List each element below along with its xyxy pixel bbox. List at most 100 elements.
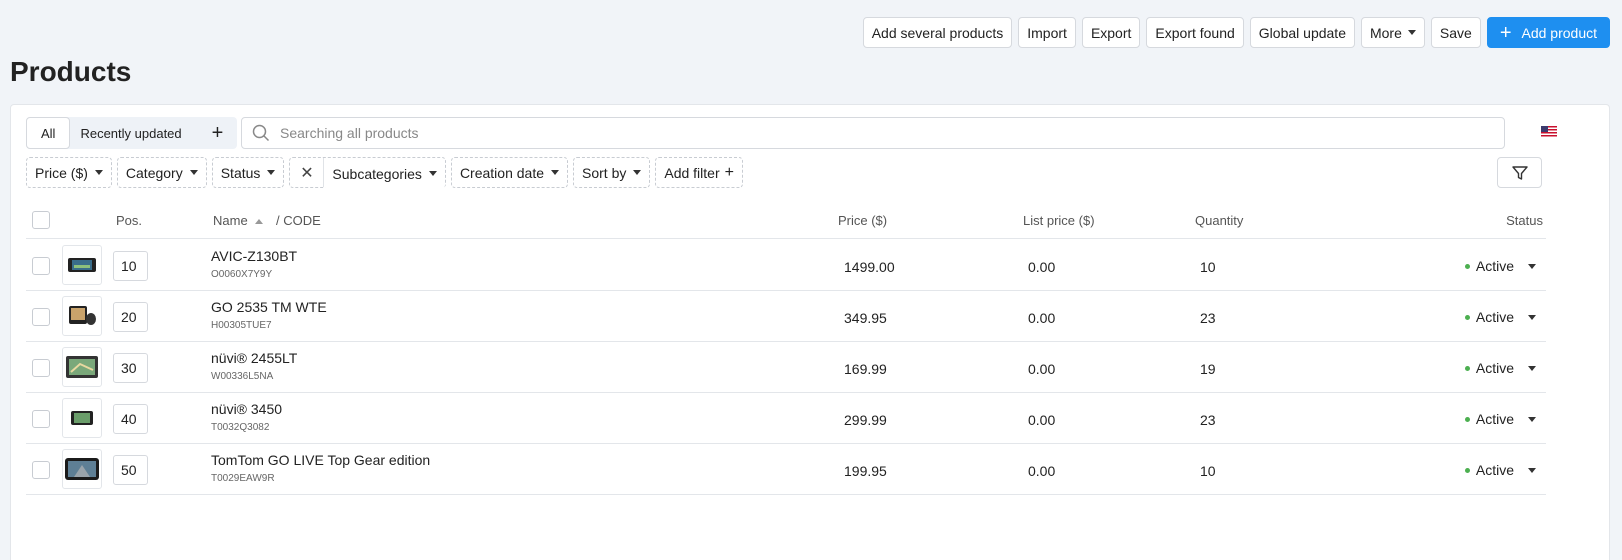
status-dot-icon xyxy=(1464,263,1470,269)
table-row[interactable]: 20 GO 2535 TM WTE H00305TUE7 349.95 0.00… xyxy=(26,291,1546,342)
product-list-price[interactable]: 0.00 xyxy=(1028,463,1055,479)
status-filter-button[interactable]: Status xyxy=(211,157,285,188)
caret-down-icon xyxy=(1407,30,1416,35)
product-quantity[interactable]: 23 xyxy=(1200,310,1216,326)
header-list-price[interactable]: List price ($) xyxy=(1023,213,1095,228)
add-product-button[interactable]: + Add product xyxy=(1486,17,1610,48)
product-code: O0060X7Y9Y xyxy=(211,269,273,280)
product-quantity[interactable]: 23 xyxy=(1200,412,1216,428)
product-thumbnail[interactable] xyxy=(62,449,102,489)
status-dot-icon xyxy=(1464,365,1470,371)
sort-up-icon xyxy=(255,219,264,224)
tab-recently-updated[interactable]: Recently updated xyxy=(70,117,191,149)
product-name-link[interactable]: nüvi® 2455LT xyxy=(211,350,297,366)
advanced-filter-button[interactable] xyxy=(1497,157,1542,188)
status-label: Active xyxy=(1475,309,1514,325)
header-name-label: Name xyxy=(213,213,248,228)
status-dropdown[interactable]: Active xyxy=(1464,309,1536,325)
table-row[interactable]: 50 TomTom GO LIVE Top Gear edition T0029… xyxy=(26,444,1546,495)
product-price[interactable]: 349.95 xyxy=(844,310,887,326)
product-quantity[interactable]: 10 xyxy=(1200,463,1216,479)
product-price[interactable]: 299.99 xyxy=(844,412,887,428)
row-checkbox[interactable] xyxy=(32,410,50,428)
export-found-button[interactable]: Export found xyxy=(1146,17,1244,48)
table-row[interactable]: 40 nüvi® 3450 T0032Q3082 299.99 0.00 23 … xyxy=(26,393,1546,444)
clear-filter-icon[interactable]: ✕ xyxy=(290,158,325,187)
product-thumbnail[interactable] xyxy=(62,245,102,285)
product-list-price[interactable]: 0.00 xyxy=(1028,310,1055,326)
position-input[interactable]: 30 xyxy=(113,353,148,383)
product-quantity[interactable]: 19 xyxy=(1200,361,1216,377)
gps-device-image xyxy=(68,258,96,272)
product-name-link[interactable]: TomTom GO LIVE Top Gear edition xyxy=(211,452,430,468)
header-pos[interactable]: Pos. xyxy=(116,213,142,228)
us-flag-icon[interactable] xyxy=(1541,126,1557,138)
caret-down-icon xyxy=(1528,263,1536,269)
product-list-price[interactable]: 0.00 xyxy=(1028,259,1055,275)
product-name-link[interactable]: GO 2535 TM WTE xyxy=(211,299,327,315)
add-filter-label: Add filter xyxy=(664,164,720,181)
position-input[interactable]: 10 xyxy=(113,251,148,281)
search-input[interactable] xyxy=(280,125,1480,141)
subcategories-filter-button[interactable]: Subcategories xyxy=(324,158,445,189)
add-filter-button[interactable]: Add filter + xyxy=(655,157,743,188)
sort-by-label: Sort by xyxy=(582,164,627,181)
header-code[interactable]: / CODE xyxy=(276,213,321,228)
product-price[interactable]: 199.95 xyxy=(844,463,887,479)
status-dropdown[interactable]: Active xyxy=(1464,258,1536,274)
add-several-products-button[interactable]: Add several products xyxy=(862,17,1013,48)
export-button[interactable]: Export xyxy=(1081,17,1141,48)
product-thumbnail[interactable] xyxy=(62,398,102,438)
product-list-price[interactable]: 0.00 xyxy=(1028,361,1055,377)
products-panel: All Recently updated + Price ($) Categor… xyxy=(10,104,1610,560)
row-checkbox[interactable] xyxy=(32,257,50,275)
product-price[interactable]: 169.99 xyxy=(844,361,887,377)
category-filter-button[interactable]: Category xyxy=(116,157,207,188)
subcategories-filter-group: ✕ Subcategories xyxy=(289,157,446,189)
position-input[interactable]: 40 xyxy=(113,404,148,434)
more-dropdown-button[interactable]: More xyxy=(1360,17,1425,48)
header-price[interactable]: Price ($) xyxy=(838,213,887,228)
product-list-price[interactable]: 0.00 xyxy=(1028,412,1055,428)
row-checkbox[interactable] xyxy=(32,461,50,479)
product-name-link[interactable]: nüvi® 3450 xyxy=(211,401,282,417)
caret-down-icon xyxy=(633,170,642,175)
status-label: Active xyxy=(1475,258,1514,274)
caret-down-icon xyxy=(1528,314,1536,320)
gps-device-image xyxy=(71,411,93,425)
price-filter-button[interactable]: Price ($) xyxy=(26,157,112,188)
header-quantity[interactable]: Quantity xyxy=(1195,213,1243,228)
gps-device-image xyxy=(66,356,98,378)
status-label: Active xyxy=(1475,411,1514,427)
status-dropdown[interactable]: Active xyxy=(1464,462,1536,478)
plus-icon: + xyxy=(1499,21,1512,44)
add-product-label: Add product xyxy=(1521,24,1598,41)
header-status[interactable]: Status xyxy=(1506,213,1543,228)
page-title: Products xyxy=(10,56,132,87)
creation-date-filter-button[interactable]: Creation date xyxy=(450,157,568,188)
row-checkbox[interactable] xyxy=(32,359,50,377)
tab-all[interactable]: All xyxy=(26,117,71,149)
add-tab-button[interactable]: + xyxy=(192,117,238,149)
position-input[interactable]: 20 xyxy=(113,302,148,332)
select-all-checkbox[interactable] xyxy=(32,211,50,229)
product-thumbnail[interactable] xyxy=(62,347,102,387)
caret-down-icon xyxy=(551,170,559,175)
import-button[interactable]: Import xyxy=(1018,17,1076,48)
sort-by-button[interactable]: Sort by xyxy=(573,157,651,188)
more-label: More xyxy=(1369,24,1402,41)
status-dropdown[interactable]: Active xyxy=(1464,360,1536,376)
product-price[interactable]: 1499.00 xyxy=(844,259,895,275)
row-checkbox[interactable] xyxy=(32,308,50,326)
header-name[interactable]: Name xyxy=(213,213,264,228)
caret-down-icon xyxy=(428,171,437,176)
product-quantity[interactable]: 10 xyxy=(1200,259,1216,275)
product-thumbnail[interactable] xyxy=(62,296,102,336)
table-row[interactable]: 30 nüvi® 2455LT W00336L5NA 169.99 0.00 1… xyxy=(26,342,1546,393)
global-update-button[interactable]: Global update xyxy=(1249,17,1355,48)
position-input[interactable]: 50 xyxy=(113,455,148,485)
status-dropdown[interactable]: Active xyxy=(1464,411,1536,427)
product-name-link[interactable]: AVIC-Z130BT xyxy=(211,248,297,264)
table-row[interactable]: 10 AVIC-Z130BT O0060X7Y9Y 1499.00 0.00 1… xyxy=(26,240,1546,291)
save-button[interactable]: Save xyxy=(1430,17,1481,48)
